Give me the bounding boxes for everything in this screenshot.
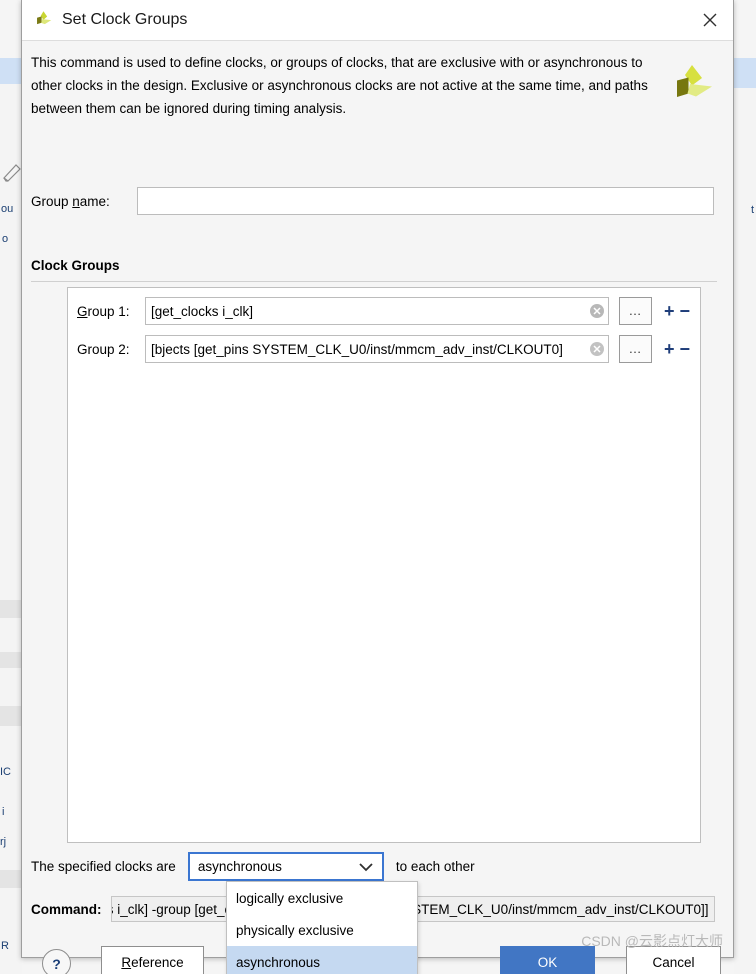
bg-row-right (734, 682, 756, 743)
relationship-select[interactable]: asynchronous (187, 852, 384, 881)
screenshot-root: ou o IC i rj R t Set Clock Groups This c… (0, 0, 756, 974)
chevron-down-icon (359, 862, 373, 871)
dropdown-option-asynchronous[interactable]: asynchronous (227, 946, 417, 974)
group-1-remove-button[interactable]: − (680, 302, 691, 320)
command-label: Command: (31, 901, 102, 917)
group-1-add-button[interactable]: + (664, 302, 675, 320)
pencil-icon (3, 164, 21, 182)
description-text: This command is used to define clocks, o… (31, 55, 648, 116)
group-2-field[interactable] (145, 335, 609, 363)
bg-row (0, 726, 22, 767)
bg-fragment: o (2, 233, 9, 245)
bg-divider-right (734, 802, 756, 823)
group-1-label: Group 1: (77, 303, 130, 319)
watermark: CSDN @云影点灯大师 (581, 933, 723, 949)
close-icon[interactable] (687, 0, 733, 40)
clock-groups-panel: Group 1: … + − Group 2: (67, 287, 701, 843)
set-clock-groups-dialog: Set Clock Groups This command is used to… (21, 0, 734, 974)
vivado-logo-icon (37, 11, 52, 25)
group-2-input[interactable] (146, 336, 608, 362)
section-divider (31, 281, 717, 282)
bg-panel (0, 260, 22, 601)
group-1-browse-button[interactable]: … (619, 297, 652, 325)
group-name-label: Group name: (31, 193, 110, 209)
group-name-input[interactable] (136, 187, 714, 215)
bg-row (0, 618, 22, 653)
bg-fragment: IC (0, 766, 11, 778)
reference-button[interactable]: Reference (101, 946, 204, 974)
bg-fragment: rj (0, 836, 7, 848)
group-1-field[interactable] (145, 297, 609, 325)
dialog-title: Set Clock Groups (62, 11, 188, 28)
bg-row (0, 888, 22, 939)
help-button[interactable]: ? (42, 949, 71, 974)
bg-row-right (734, 622, 756, 683)
clear-icon[interactable] (589, 341, 605, 357)
group-2-remove-button[interactable]: − (680, 340, 691, 358)
dialog-body: This command is used to define clocks, o… (22, 41, 733, 974)
clear-icon[interactable] (589, 303, 605, 319)
bg-divider-right (734, 602, 756, 623)
group-name-row: Group name: (31, 187, 717, 215)
bg-fragment: ou (1, 203, 14, 215)
dialog-titlebar: Set Clock Groups (22, 0, 733, 41)
clock-group-row: Group 2: … + − (68, 330, 702, 368)
dropdown-option-logically-exclusive[interactable]: logically exclusive (227, 882, 417, 914)
group-2-add-button[interactable]: + (664, 340, 675, 358)
bg-fragment: i (2, 806, 5, 818)
bg-row-selected (0, 58, 22, 85)
bg-row-right (734, 58, 756, 89)
bg-row (0, 84, 22, 115)
bg-panel-right (734, 242, 756, 603)
bg-divider (0, 870, 22, 889)
group-1-addremove: + − (664, 302, 691, 320)
bg-divider (0, 706, 22, 727)
group-2-browse-button[interactable]: … (619, 335, 652, 363)
bg-row (0, 668, 22, 707)
bg-row-right (734, 822, 756, 974)
clock-group-row: Group 1: … + − (68, 292, 702, 330)
clock-groups-section-title: Clock Groups (31, 258, 120, 273)
specified-clocks-row: The specified clocks are asynchronous to… (31, 852, 475, 881)
bg-divider (0, 652, 22, 669)
dropdown-option-physically-exclusive[interactable]: physically exclusive (227, 914, 417, 946)
relationship-dropdown-list[interactable]: logically exclusive physically exclusive… (226, 881, 418, 974)
bg-divider (0, 600, 22, 619)
bg-row-right (734, 742, 756, 803)
relationship-select-value: asynchronous (197, 859, 282, 874)
bg-fragment-right: t (750, 204, 754, 216)
group-2-addremove: + − (664, 340, 691, 358)
vivado-brand-logo-icon (677, 65, 712, 97)
group-1-input[interactable] (146, 298, 608, 324)
group-2-label: Group 2: (77, 341, 130, 357)
bg-row (0, 114, 22, 149)
bg-fragment: R (1, 940, 9, 952)
specified-clocks-suffix: to each other (395, 859, 475, 874)
specified-clocks-prefix: The specified clocks are (31, 859, 176, 874)
bg-row-right (734, 88, 756, 199)
